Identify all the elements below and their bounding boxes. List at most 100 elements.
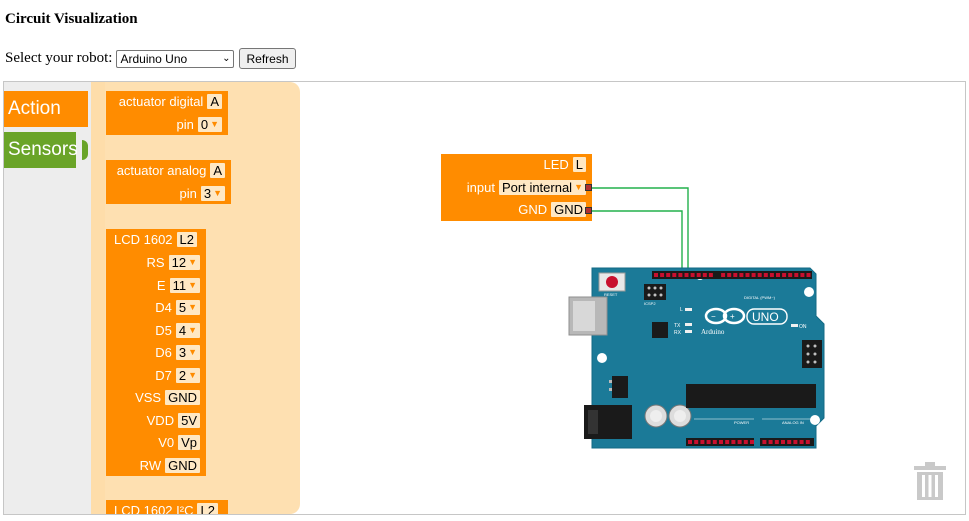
category-action-label: Action xyxy=(8,98,61,119)
header-pin xyxy=(763,273,768,277)
actuator-digital-title: actuator digital xyxy=(118,94,204,109)
header-pin xyxy=(750,440,754,444)
block-actuator-digital[interactable]: actuator digital A pin 0 ▼ xyxy=(106,91,228,135)
block-actuator-analog[interactable]: actuator analog A pin 3 ▼ xyxy=(106,160,231,204)
actuator-analog-pin-value: 3 xyxy=(203,186,212,201)
lcd1602-row-d4: D4 5 ▼ xyxy=(155,300,200,315)
analog-label: ANALOG IN xyxy=(782,420,804,425)
uno-logo-text: UNO xyxy=(752,310,779,324)
dropdown-arrow-icon: ▼ xyxy=(188,347,197,357)
dropdown-arrow-icon: ▼ xyxy=(188,279,197,290)
lcd1602-pin-value: 5V xyxy=(181,412,197,428)
header-pin xyxy=(678,273,683,277)
page-title: Circuit Visualization xyxy=(5,11,138,27)
arduino-uno-board[interactable]: RESET ICSP2 DIGITAL (PWM~) L TX RX − + U… xyxy=(568,267,825,449)
blockly-workspace[interactable]: RESET ICSP2 DIGITAL (PWM~) L TX RX − + U… xyxy=(3,81,966,515)
robot-select-label: Select your robot: xyxy=(5,50,113,66)
header-pin xyxy=(782,273,787,277)
header-pin xyxy=(694,440,699,444)
header-pin xyxy=(690,273,695,277)
tx-label: TX xyxy=(674,323,681,329)
header-pin xyxy=(739,273,744,277)
header-pin xyxy=(737,440,742,444)
robot-select[interactable]: Arduino Uno ⌄ xyxy=(116,49,235,68)
lcd1602-pin-field[interactable]: Vp xyxy=(178,435,200,450)
header-pin xyxy=(745,273,750,277)
lcd1602-row-label: V0 xyxy=(158,435,175,450)
lcd1602-pin-dropdown[interactable]: 2 ▼ xyxy=(175,367,200,383)
lcd1602-pin-dropdown[interactable]: 4 ▼ xyxy=(175,322,200,338)
led-input-dropdown[interactable]: Port internal ▼ xyxy=(498,180,586,195)
robot-select-value: Arduino Uno xyxy=(120,51,188,66)
dropdown-arrow-icon: ▼ xyxy=(213,188,222,198)
lcd1602-pin-dropdown[interactable]: 11 ▼ xyxy=(169,277,200,293)
voltage-regulator xyxy=(612,376,628,398)
icsp2-label: ICSP2 xyxy=(644,301,656,306)
led-input-value: Port internal xyxy=(501,180,573,195)
header-pin xyxy=(660,273,665,277)
lcd1602-row-label: D4 xyxy=(155,300,172,315)
header-pin xyxy=(708,273,713,277)
lcd1602-name-field[interactable]: L2 xyxy=(176,232,198,247)
wire-input xyxy=(584,187,689,274)
lcd1602-pin-field[interactable]: GND xyxy=(165,390,200,405)
led-input-connector[interactable] xyxy=(585,184,592,191)
on-label: ON xyxy=(799,324,807,330)
actuator-analog-pin-dropdown[interactable]: 3 ▼ xyxy=(200,186,225,201)
actuator-digital-pin-dropdown[interactable]: 0 ▼ xyxy=(197,117,222,132)
header-pin xyxy=(787,440,792,444)
lcd1602-row-rs: RS 12 ▼ xyxy=(147,255,200,270)
block-led[interactable]: LED L input Port internal ▼ GND GND xyxy=(441,154,592,221)
lcd1602-row-v0: V0 Vp xyxy=(158,435,200,450)
refresh-button[interactable]: Refresh xyxy=(239,48,296,69)
lcd1602-pin-dropdown[interactable]: 5 ▼ xyxy=(175,300,200,315)
led-gnd-connector[interactable] xyxy=(585,207,592,214)
lcd1602-pin-value: 5 xyxy=(178,300,187,315)
header-pin xyxy=(788,273,793,277)
block-lcd1602[interactable]: LCD 1602 L2 RS 12 ▼ E 11 ▼ D4 5 ▼ D5 4 ▼ D6 3 ▼ D7 2 ▼ VSS… xyxy=(106,229,206,476)
header-pin xyxy=(751,273,756,277)
lcd1602-pin-value: GND xyxy=(168,457,197,473)
lcd1602-i2c-title: LCD 1602 I²C xyxy=(114,503,194,515)
actuator-analog-name-field[interactable]: A xyxy=(210,163,225,178)
lcd1602-pin-field[interactable]: GND xyxy=(165,457,200,473)
lcd1602-pin-value: Vp xyxy=(181,435,197,450)
category-sensors[interactable]: Sensors xyxy=(4,132,78,168)
lcd1602-pin-dropdown[interactable]: 3 ▼ xyxy=(175,345,200,360)
lcd1602-i2c-name-field[interactable]: L2 xyxy=(197,503,218,514)
header-pin xyxy=(696,273,701,277)
power-label: POWER xyxy=(734,420,749,425)
lcd1602-title: LCD 1602 xyxy=(114,232,173,247)
rx-label: RX xyxy=(674,330,682,336)
icsp-header xyxy=(802,340,822,368)
lcd1602-pin-value: 12 xyxy=(171,255,187,270)
lcd1602-pin-dropdown[interactable]: 12 ▼ xyxy=(168,255,200,270)
category-action[interactable]: Action xyxy=(4,91,88,127)
actuator-digital-name-field[interactable]: A xyxy=(207,94,222,109)
header-pin xyxy=(768,440,773,444)
header-pin xyxy=(688,440,692,444)
led-gnd-field[interactable]: GND xyxy=(551,202,586,217)
lcd1602-pin-value: 2 xyxy=(178,367,187,383)
robot-selector-row: Select your robot: Arduino Uno ⌄ Refresh xyxy=(5,48,296,69)
header-pin xyxy=(769,273,774,277)
header-pin xyxy=(684,273,689,277)
header-pin xyxy=(805,440,810,444)
led-title: LED xyxy=(543,157,569,172)
lcd1602-pin-value: 11 xyxy=(172,277,187,293)
header-pin xyxy=(725,440,730,444)
led-name-field[interactable]: L xyxy=(572,157,586,172)
trash-icon[interactable] xyxy=(914,462,946,500)
header-pin xyxy=(666,273,671,277)
dropdown-arrow-icon: ▼ xyxy=(574,182,583,192)
dropdown-arrow-icon: ▼ xyxy=(188,257,197,267)
header-pin xyxy=(806,273,811,277)
lcd1602-row-label: E xyxy=(156,277,166,293)
lcd1602-row-d5: D5 4 ▼ xyxy=(155,322,200,338)
header-pin xyxy=(654,273,658,277)
block-lcd1602-i2c[interactable]: LCD 1602 I²C L2 xyxy=(106,500,228,515)
category-sensors-tab xyxy=(82,140,88,160)
lcd1602-pin-field[interactable]: 5V xyxy=(178,412,200,428)
category-sensors-label: Sensors xyxy=(8,139,78,160)
lcd1602-row-label: D5 xyxy=(155,322,172,338)
